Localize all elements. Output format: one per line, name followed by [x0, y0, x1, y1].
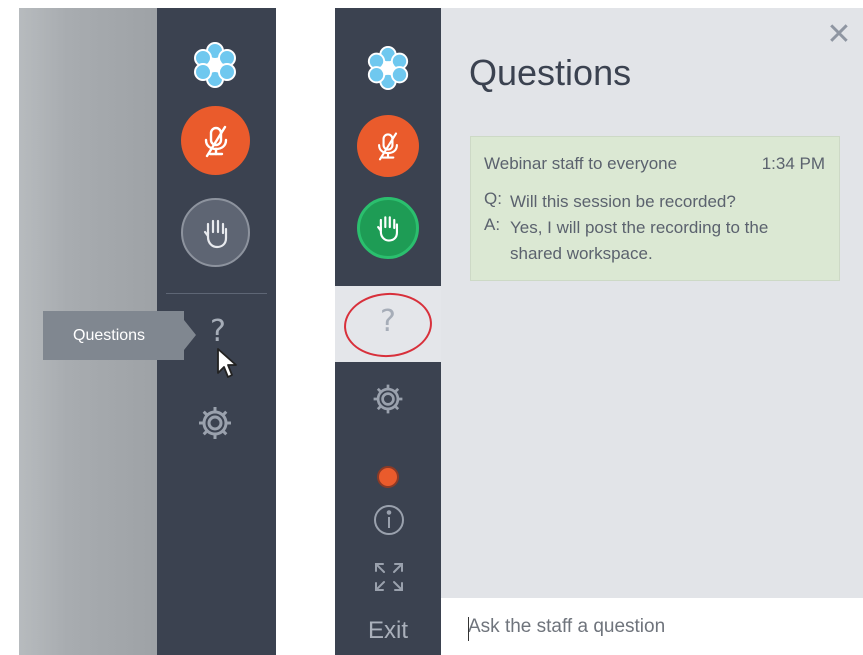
muted-mic-icon [378, 132, 398, 161]
raise-hand-button[interactable] [181, 198, 250, 267]
answer-row: A: Yes, I will post the recording to the… [484, 215, 820, 267]
exit-button[interactable]: Exit [335, 617, 441, 645]
question-row: Q: Will this session be recorded? [484, 189, 820, 215]
citrix-logo-icon [365, 45, 411, 91]
question-text: Will this session be recorded? [510, 192, 736, 211]
questions-panel [441, 8, 863, 598]
fullscreen-icon[interactable] [373, 561, 405, 593]
tooltip-arrow [184, 320, 196, 350]
raise-hand-icon [203, 219, 227, 248]
recording-indicator-icon [377, 466, 399, 488]
question-card: Webinar staff to everyone 1:34 PM Q: Wil… [470, 136, 840, 281]
questions-tooltip: Questions [43, 311, 184, 360]
page-title: Questions [469, 52, 632, 93]
question-icon[interactable]: ? [198, 312, 238, 352]
raise-hand-button-active[interactable] [357, 197, 419, 259]
a-label: A: [484, 215, 501, 234]
card-sender: Webinar staff to everyone [484, 154, 678, 173]
close-icon[interactable]: ✕ [824, 20, 854, 50]
raise-hand-icon [377, 216, 399, 242]
mute-mic-button[interactable] [357, 115, 419, 177]
card-timestamp: 1:34 PM [761, 154, 825, 173]
settings-gear-icon[interactable] [370, 381, 406, 417]
tooltip-label: Questions [73, 326, 146, 344]
q-label: Q: [484, 189, 502, 208]
mouse-cursor-icon [216, 347, 238, 384]
settings-gear-icon[interactable] [195, 403, 235, 443]
rail-divider [166, 293, 267, 294]
muted-mic-icon [204, 125, 227, 157]
answer-text: Yes, I will post the recording to the sh… [510, 218, 769, 263]
mute-mic-button[interactable] [181, 106, 250, 175]
ask-question-input[interactable] [441, 598, 863, 655]
citrix-logo-icon [191, 41, 239, 89]
info-icon[interactable] [372, 503, 406, 537]
text-caret [468, 617, 469, 641]
